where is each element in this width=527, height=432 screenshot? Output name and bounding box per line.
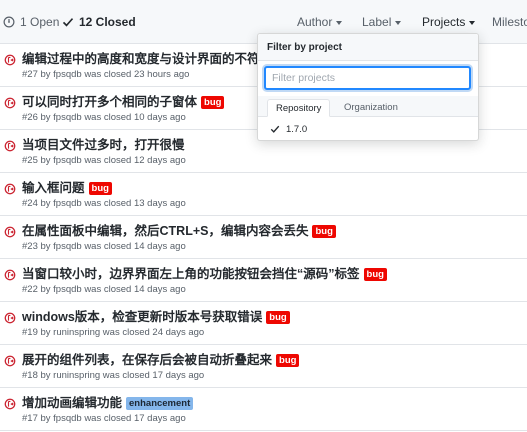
issue-closed-icon bbox=[4, 354, 16, 367]
issue-title-link[interactable]: windows版本，检查更新时版本号获取错误 bbox=[22, 308, 262, 326]
author-filter-label: Author bbox=[297, 15, 333, 29]
issue-meta: #23 by fpsqdb was closed 14 days ago bbox=[22, 241, 186, 252]
bug-label[interactable]: bug bbox=[363, 267, 387, 281]
issue-closed-icon bbox=[4, 139, 16, 152]
open-issues-label: 1 Open bbox=[20, 15, 60, 29]
issue-title-line: 展开的组件列表，在保存后会被自动折叠起来 bug bbox=[22, 351, 300, 369]
issue-title-line: 输入框问题 bug bbox=[22, 179, 112, 197]
milestones-filter-menu[interactable]: Milestones bbox=[492, 14, 527, 30]
projects-filter-label: Projects bbox=[422, 15, 466, 29]
issue-closed-icon bbox=[4, 96, 16, 109]
label-filter-label: Label bbox=[362, 15, 392, 29]
check-icon bbox=[62, 16, 74, 28]
filter-projects-input[interactable] bbox=[264, 66, 471, 90]
issue-title-link[interactable]: 在属性面板中编辑，然后CTRL+S，编辑内容会丢失 bbox=[22, 222, 308, 240]
dropdown-tabs: Repository Organization bbox=[258, 96, 478, 117]
issue-meta: #27 by fpsqdb was closed 23 hours ago bbox=[22, 69, 190, 80]
issue-meta: #18 by runinspring was closed 17 days ag… bbox=[22, 370, 205, 381]
issue-title-link[interactable]: 当窗口较小时，边界界面左上角的功能按钮会挡住“源码”标签 bbox=[22, 265, 360, 283]
issue-title-link[interactable]: 编辑过程中的高度和宽度与设计界面的不符 bbox=[22, 50, 260, 68]
issue-row: 在属性面板中编辑，然后CTRL+S，编辑内容会丢失 bug #23 by fpsqd… bbox=[0, 216, 527, 259]
issue-closed-icon bbox=[4, 53, 16, 66]
issue-row: 输入框问题 bug #24 by fpsqdb was closed 13 days… bbox=[0, 173, 527, 216]
bug-label[interactable]: bug bbox=[312, 224, 336, 238]
tab-organization[interactable]: Organization bbox=[336, 99, 406, 117]
enhancement-label[interactable]: enhancement bbox=[126, 396, 194, 410]
bug-label[interactable]: bug bbox=[266, 310, 290, 324]
dropdown-title: Filter by project bbox=[267, 42, 343, 53]
projects-filter-menu[interactable]: Projects bbox=[422, 14, 476, 30]
issue-title-link[interactable]: 展开的组件列表，在保存后会被自动折叠起来 bbox=[22, 351, 272, 369]
check-icon bbox=[270, 124, 280, 134]
issue-row: windows版本，检查更新时版本号获取错误 bug #19 by runinspr… bbox=[0, 302, 527, 345]
issue-title-line: 可以同时打开多个相同的子窗体 bug bbox=[22, 93, 225, 111]
issue-meta: #19 by runinspring was closed 24 days ag… bbox=[22, 327, 205, 338]
issue-title-line: windows版本，检查更新时版本号获取错误 bug bbox=[22, 308, 290, 326]
caret-down-icon bbox=[395, 20, 402, 25]
issue-meta: #26 by fpsqdb was closed 10 days ago bbox=[22, 112, 186, 123]
issue-title-link[interactable]: 输入框问题 bbox=[22, 179, 85, 197]
closed-issues-label: 12 Closed bbox=[79, 15, 136, 29]
issue-row: 当窗口较小时，边界界面左上角的功能按钮会挡住“源码”标签 bug #22 by fp… bbox=[0, 259, 527, 302]
label-filter-menu[interactable]: Label bbox=[362, 14, 402, 30]
issue-row: 增加动画编辑功能 enhancement #17 by fpsqdb was clo… bbox=[0, 388, 527, 431]
issue-title-line: 增加动画编辑功能 enhancement bbox=[22, 394, 194, 412]
issue-closed-icon bbox=[4, 225, 16, 238]
issue-meta: #17 by fpsqdb was closed 17 days ago bbox=[22, 413, 186, 424]
dropdown-header: Filter by project bbox=[258, 34, 478, 61]
issue-closed-icon bbox=[4, 397, 16, 410]
issue-title-link[interactable]: 增加动画编辑功能 bbox=[22, 394, 122, 412]
issue-opened-icon bbox=[3, 16, 15, 28]
project-item[interactable]: 1.7.0 bbox=[258, 118, 478, 140]
project-item-label: 1.7.0 bbox=[286, 123, 308, 135]
issue-title-line: 当窗口较小时，边界界面左上角的功能按钮会挡住“源码”标签 bug bbox=[22, 265, 387, 283]
issue-closed-icon bbox=[4, 182, 16, 195]
closed-issues-link[interactable]: 12 Closed bbox=[62, 14, 136, 30]
issue-meta: #22 by fpsqdb was closed 14 days ago bbox=[22, 284, 186, 295]
issue-row: 展开的组件列表，在保存后会被自动折叠起来 bug #18 by runinsprin… bbox=[0, 345, 527, 388]
author-filter-menu[interactable]: Author bbox=[297, 14, 343, 30]
bug-label[interactable]: bug bbox=[201, 95, 225, 109]
issue-title-link[interactable]: 可以同时打开多个相同的子窗体 bbox=[22, 93, 197, 111]
tab-repository[interactable]: Repository bbox=[267, 99, 331, 117]
open-issues-link[interactable]: 1 Open bbox=[3, 14, 59, 30]
caret-down-icon bbox=[336, 20, 343, 25]
issue-closed-icon bbox=[4, 268, 16, 281]
caret-down-icon bbox=[469, 20, 476, 25]
issue-meta: #24 by fpsqdb was closed 13 days ago bbox=[22, 198, 186, 209]
bug-label[interactable]: bug bbox=[88, 181, 112, 195]
issue-closed-icon bbox=[4, 311, 16, 324]
issue-title-line: 在属性面板中编辑，然后CTRL+S，编辑内容会丢失 bug bbox=[22, 222, 336, 240]
issue-title-link[interactable]: 当项目文件过多时，打开很慢 bbox=[22, 136, 185, 154]
issue-meta: #25 by fpsqdb was closed 12 days ago bbox=[22, 155, 186, 166]
issue-title-line: 当项目文件过多时，打开很慢 bbox=[22, 136, 185, 154]
milestones-filter-label: Milestones bbox=[492, 15, 527, 29]
bug-label[interactable]: bug bbox=[276, 353, 300, 367]
issue-title-line: 编辑过程中的高度和宽度与设计界面的不符bug bbox=[22, 50, 287, 68]
projects-filter-dropdown: Filter by project Repository Organizatio… bbox=[257, 33, 479, 141]
issues-page: 1 Open 12 Closed Author Label Projects M… bbox=[0, 0, 527, 432]
